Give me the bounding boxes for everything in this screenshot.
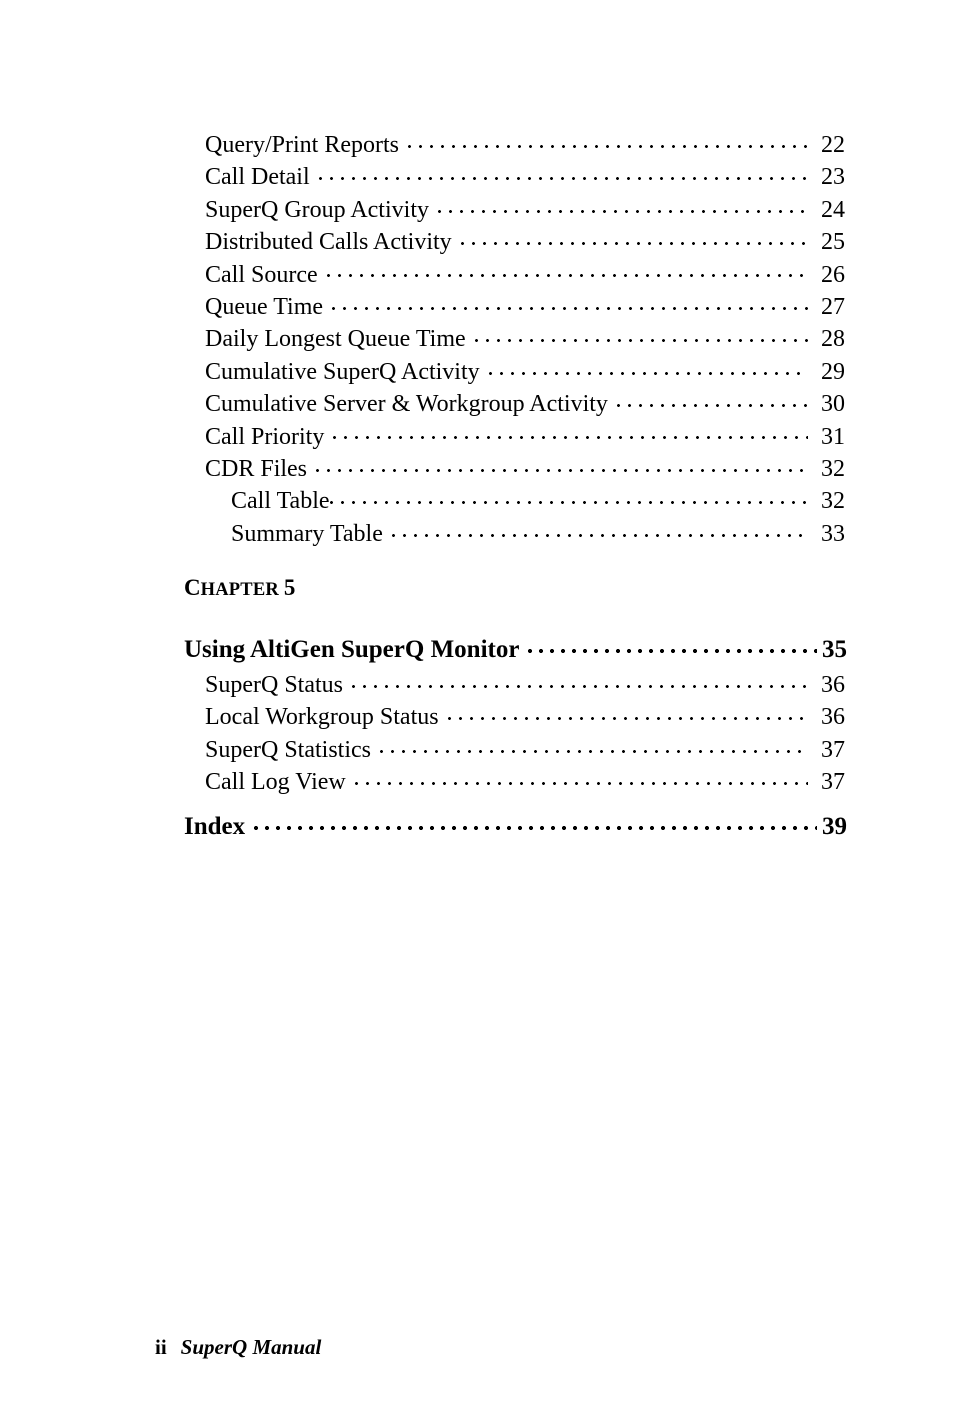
toc-entry-index[interactable]: Index 39 (0, 809, 954, 841)
document-page: Query/Print Reports 22 Call Detail 23 SuperQ… (0, 0, 954, 1411)
toc-entry-page-number: 22 (821, 132, 845, 158)
toc-entry-page-number: 33 (821, 520, 845, 547)
page-footer: ii SuperQ Manual (155, 1334, 321, 1360)
dot-leader (329, 484, 808, 508)
toc-entry-label: Call Log View (205, 769, 346, 796)
toc-entry-page-number: 39 (822, 813, 847, 840)
chapter-label-first-letter: C (184, 575, 201, 600)
toc-entry-page-number: 23 (821, 164, 845, 191)
toc-entry[interactable]: Queue Time 27 (0, 290, 954, 322)
toc-entry[interactable]: Local Workgroup Status 36 (0, 700, 954, 732)
toc-entry-label: SuperQ Status (205, 672, 343, 698)
dot-leader (354, 765, 808, 789)
dot-leader (254, 809, 817, 834)
index-row-wrapper: Index 39 (0, 809, 954, 841)
toc-entry-label: CDR Files (205, 455, 308, 482)
toc-entry[interactable]: Call Table 32 (0, 484, 954, 516)
toc-entry-page-number: 35 (822, 636, 847, 663)
dot-leader (528, 632, 817, 657)
toc-entry[interactable]: Distributed Calls Activity 25 (0, 225, 954, 257)
toc-entry-label: Cumulative SuperQ Activity (205, 358, 480, 385)
toc-entry-page-number: 31 (821, 423, 845, 450)
chapter-title-row-wrapper: Using AltiGen SuperQ Monitor 35 (0, 632, 954, 664)
dot-leader (447, 700, 808, 724)
toc-list-chapter5: SuperQ Status 36 Local Workgroup Status 36 S… (0, 668, 954, 798)
toc-entry-label: Cumulative Server & Workgroup Activity (205, 391, 608, 418)
toc-entry-label: Index (184, 813, 246, 840)
dot-leader (326, 258, 808, 282)
dot-leader (332, 290, 808, 314)
toc-entry-page-number: 32 (821, 488, 845, 515)
toc-entry-label: Call Source (205, 261, 318, 288)
chapter-label-rest: HAPTER (200, 580, 279, 600)
toc-entry-page-number: 29 (821, 358, 845, 385)
toc-entry[interactable]: Call Source 26 (0, 258, 954, 290)
dot-leader (437, 193, 808, 217)
dot-leader (488, 355, 808, 379)
toc-entry-page-number: 32 (821, 455, 845, 482)
page-folio-number: ii (155, 1335, 167, 1359)
toc-entry[interactable]: Daily Longest Queue Time 28 (0, 322, 954, 354)
toc-entry[interactable]: SuperQ Status 36 (0, 668, 954, 700)
toc-entry-label: Query/Print Reports (205, 132, 399, 158)
dot-leader (352, 668, 808, 692)
dot-leader (380, 733, 808, 757)
toc-entry[interactable]: Call Detail 23 (0, 160, 954, 192)
toc-entry-page-number: 37 (821, 736, 845, 763)
toc-entry[interactable]: Cumulative Server & Workgroup Activity 30 (0, 387, 954, 419)
toc-entry-page-number: 26 (821, 261, 845, 288)
chapter-number-heading: CHAPTER 5 (184, 576, 295, 600)
toc-entry-label: Queue Time (205, 293, 324, 320)
toc-entry-page-number: 27 (821, 293, 845, 320)
toc-entry-page-number: 30 (821, 391, 845, 418)
toc-entry-label: Call Table (231, 488, 330, 515)
toc-entry-label: Using AltiGen SuperQ Monitor (184, 636, 520, 663)
chapter-number: 5 (283, 575, 296, 600)
toc-entry-label: Call Priority (205, 423, 325, 450)
toc-entry[interactable]: Call Log View 37 (0, 765, 954, 797)
toc-entry-label: Call Detail (205, 164, 310, 191)
dot-leader (333, 420, 808, 444)
toc-entry-page-number: 36 (821, 672, 845, 698)
toc-entry[interactable]: Summary Table 33 (0, 517, 954, 549)
footer-manual-title: SuperQ Manual (180, 1335, 322, 1359)
toc-entry-chapter-title[interactable]: Using AltiGen SuperQ Monitor 35 (0, 632, 954, 664)
toc-entry[interactable]: SuperQ Group Activity 24 (0, 193, 954, 225)
toc-entry-label: Summary Table (231, 520, 383, 547)
toc-entry-page-number: 28 (821, 326, 845, 353)
toc-entry-label: SuperQ Group Activity (205, 196, 429, 223)
dot-leader (474, 322, 808, 346)
dot-leader (407, 128, 808, 152)
toc-entry-label: Local Workgroup Status (205, 704, 439, 731)
toc-entry-page-number: 24 (821, 196, 845, 223)
toc-list-top: Query/Print Reports 22 Call Detail 23 SuperQ… (0, 128, 954, 549)
toc-entry-page-number: 36 (821, 704, 845, 731)
toc-entry-label: Daily Longest Queue Time (205, 326, 466, 353)
dot-leader (460, 225, 808, 249)
toc-entry[interactable]: SuperQ Statistics 37 (0, 733, 954, 765)
dot-leader (391, 517, 808, 541)
dot-leader (316, 452, 808, 476)
toc-entry-label: SuperQ Statistics (205, 736, 371, 763)
toc-entry[interactable]: Call Priority 31 (0, 420, 954, 452)
toc-entry[interactable]: CDR Files 32 (0, 452, 954, 484)
toc-entry-page-number: 37 (821, 769, 845, 796)
toc-entry[interactable]: Query/Print Reports 22 (0, 128, 954, 160)
dot-leader (616, 387, 808, 411)
toc-entry-label: Distributed Calls Activity (205, 229, 452, 256)
toc-entry-page-number: 25 (821, 229, 845, 256)
toc-entry[interactable]: Cumulative SuperQ Activity 29 (0, 355, 954, 387)
dot-leader (318, 160, 808, 184)
